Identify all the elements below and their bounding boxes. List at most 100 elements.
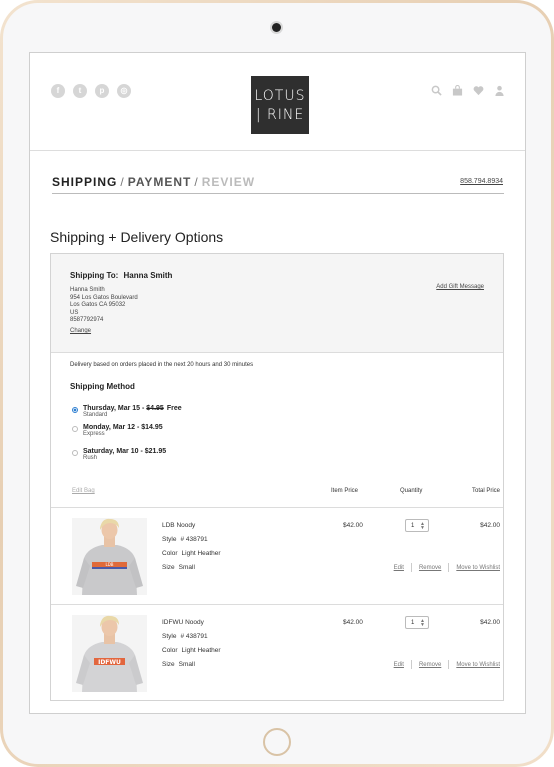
product-color: Color Light Heather [162,550,221,557]
option-label: Saturday, Mar 10 - $21.95 [83,448,167,455]
quantity-select[interactable]: 1 ▲ ▼ [405,616,429,629]
item-actions: Edit Remove Move to Wishlist [394,660,500,669]
divider [448,660,450,669]
product-name[interactable]: IDFWU Noody [162,619,204,626]
user-icon[interactable] [494,85,505,96]
divider [448,563,450,572]
phone-link[interactable]: 858.794.8934 [460,178,503,185]
remove-item-link[interactable]: Remove [419,565,441,571]
checkout-box: Shipping To: Hanna Smith Hanna Smith 954… [50,253,504,701]
product-image[interactable]: LDB [72,518,147,595]
instagram-icon[interactable]: ◎ [117,84,131,98]
delivery-note: Delivery based on orders placed in the n… [70,362,254,368]
shipping-to-heading: Shipping To: Hanna Smith [70,271,172,280]
product-size: Size Small [162,661,195,668]
shipping-option-rush[interactable]: Saturday, Mar 10 - $21.95 Rush [72,448,166,461]
add-gift-message-link[interactable]: Add Gift Message [436,284,484,290]
shipping-option-standard[interactable]: Thursday, Mar 15 - $4.95 Free Standard [72,405,182,418]
twitter-icon[interactable]: t [73,84,87,98]
option-free: Free [166,405,182,412]
column-total-price: Total Price [471,488,500,494]
utility-icons [431,85,505,96]
radio-unselected[interactable] [72,426,78,432]
color-label: Color [162,647,178,654]
home-button[interactable] [263,728,291,756]
size-label: Size [162,564,175,571]
item-total: $42.00 [480,619,500,626]
remove-item-link[interactable]: Remove [419,662,441,668]
radio-selected[interactable] [72,407,78,413]
change-address-link[interactable]: Change [70,328,91,334]
size-value: Small [178,661,195,668]
step-separator: / [120,175,125,189]
shirt-print: IDFWU [98,659,121,666]
product-style: Style # 438791 [162,536,208,543]
item-total: $42.00 [480,522,500,529]
logo[interactable]: LOTUS | RINE [251,76,309,134]
address-block: Hanna Smith 954 Los Gatos Boulevard Los … [70,287,138,325]
divider [410,660,412,669]
screen: f t p ◎ LOTUS | RINE SHIPPING / PAYMENT / RE… [29,52,526,714]
option-label: Thursday, Mar 15 - $4.95 Free [83,405,182,412]
option-speed: Standard [83,412,108,418]
ipad-frame: f t p ◎ LOTUS | RINE SHIPPING / PAYMENT / RE… [0,0,554,767]
move-to-wishlist-link[interactable]: Move to Wishlist [456,662,500,668]
shipping-to-panel: Shipping To: Hanna Smith Hanna Smith 954… [51,254,503,353]
social-links: f t p ◎ [51,84,131,98]
stepper-arrows-icon: ▲ ▼ [420,520,425,531]
quantity-value: 1 [411,619,415,626]
pinterest-icon[interactable]: p [95,84,109,98]
cart-item: LDB LDB Noody Style # 438791 Color Light H… [51,508,503,605]
shirt-print: LDB [105,562,113,567]
product-name[interactable]: LDB Noody [162,522,195,529]
cart-table-header: Edit Bag Item Price Quantity Total Price [51,486,503,508]
style-label: Style [162,633,177,640]
color-value: Light Heather [181,647,221,654]
shipping-to-label: Shipping To: [70,271,119,280]
edit-item-link[interactable]: Edit [394,662,404,668]
product-image[interactable]: IDFWU [72,615,147,692]
size-label: Size [162,661,175,668]
address-line: US [70,309,79,316]
radio-unselected[interactable] [72,450,78,456]
address-line: Hanna Smith [70,287,105,293]
site-header: f t p ◎ LOTUS | RINE [30,53,525,151]
column-item-price: Item Price [331,488,359,494]
color-value: Light Heather [181,550,221,557]
shipping-to-name: Hanna Smith [123,271,173,280]
edit-bag-link[interactable]: Edit Bag [72,488,95,494]
option-date: Thursday, Mar 15 - [83,405,147,412]
checkout-steps: SHIPPING / PAYMENT / REVIEW [52,175,255,189]
product-color: Color Light Heather [162,647,221,654]
divider [410,563,412,572]
step-payment[interactable]: PAYMENT [128,175,192,189]
step-separator: / [194,175,199,189]
style-value: # 438791 [180,633,208,640]
heart-icon[interactable] [473,85,484,96]
option-speed: Express [83,431,105,437]
cart-item: IDFWU IDFWU Noody Style # 438791 Color Lig… [51,605,503,702]
shipping-option-express[interactable]: Monday, Mar 12 - $14.95 Express [72,424,163,437]
color-label: Color [162,550,178,557]
address-line: Los Gatos CA 95032 [70,302,126,308]
product-size: Size Small [162,564,195,571]
quantity-select[interactable]: 1 ▲ ▼ [405,519,429,532]
move-to-wishlist-link[interactable]: Move to Wishlist [456,565,500,571]
address-line: 954 Los Gatos Boulevard [70,294,138,301]
style-value: # 438791 [180,536,208,543]
search-icon[interactable] [431,85,442,96]
item-actions: Edit Remove Move to Wishlist [394,563,500,572]
step-shipping[interactable]: SHIPPING [52,175,117,189]
step-review[interactable]: REVIEW [202,175,255,189]
facebook-icon[interactable]: f [51,84,65,98]
product-style: Style # 438791 [162,633,208,640]
bag-icon[interactable] [452,85,463,96]
shipping-method-title: Shipping Method [70,382,135,391]
divider [52,193,504,194]
stepper-arrows-icon: ▲ ▼ [420,617,425,628]
page-title: Shipping + Delivery Options [50,229,224,245]
option-label: Monday, Mar 12 - $14.95 [83,424,163,431]
edit-item-link[interactable]: Edit [394,565,404,571]
option-speed: Rush [83,455,98,461]
logo-line-1: LOTUS [254,87,306,104]
